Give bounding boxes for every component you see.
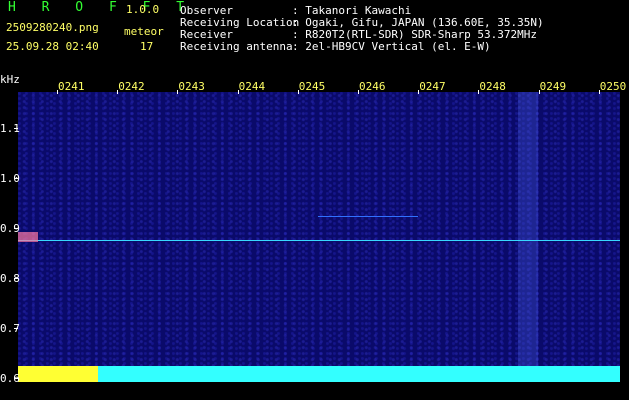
x-tick-mark [57,90,58,94]
app-title: H R O F F T [8,0,194,15]
file-name: 2509280240.png [6,21,99,34]
x-tick-label: 0243 [178,80,205,93]
x-tick-label: 0241 [58,80,85,93]
y-tick-mark [14,378,18,379]
date-time: 25.09.28 02:40 [6,40,99,53]
y-tick-mark [14,128,18,129]
x-tick-label: 0245 [298,80,326,93]
antenna-label: Receiving antenna [180,40,293,53]
meteor-echo-column [518,92,538,382]
x-tick-mark [418,90,420,94]
header-panel: H R O F F T 1.0.0 2509280240.png meteor … [0,0,629,78]
x-tick-mark [117,90,119,94]
x-tick-label: 0246 [359,80,386,93]
x-tick-mark [538,90,540,94]
x-tick-mark [297,90,299,94]
signal-level-bar [18,366,620,382]
spectrogram-plot: kHz 1.1 1.0 0.9 0.8 0.7 0.6 0241 0242 0243 0244 0… [0,74,629,400]
meteor-trace [318,216,418,217]
x-tick-label: 0244 [238,80,266,93]
meteor-head-echo [18,232,38,242]
antenna-value: : 2el-HB9CV Vertical (el. E-W) [292,40,491,53]
y-tick-mark [14,178,18,179]
x-tick-label: 0242 [118,80,145,93]
spectrogram-area [18,92,620,382]
y-tick-mark [14,228,18,229]
y-tick-mark [14,278,18,279]
x-tick-label: 0249 [539,80,567,93]
x-tick-mark [598,90,600,94]
right-margin [620,92,629,382]
meteor-count: 17 [140,40,154,53]
y-tick-mark [14,328,18,329]
app-version: 1.0.0 [126,3,160,16]
meteor-label: meteor [124,25,164,38]
x-tick-label: 0247 [419,80,446,93]
x-tick-label: 0248 [479,80,506,93]
x-tick-mark [358,90,359,94]
x-tick-mark [237,90,239,94]
y-unit-label: kHz [0,73,20,86]
x-tick-mark [478,90,480,94]
x-tick-mark [177,90,179,94]
carrier-line [18,240,620,241]
